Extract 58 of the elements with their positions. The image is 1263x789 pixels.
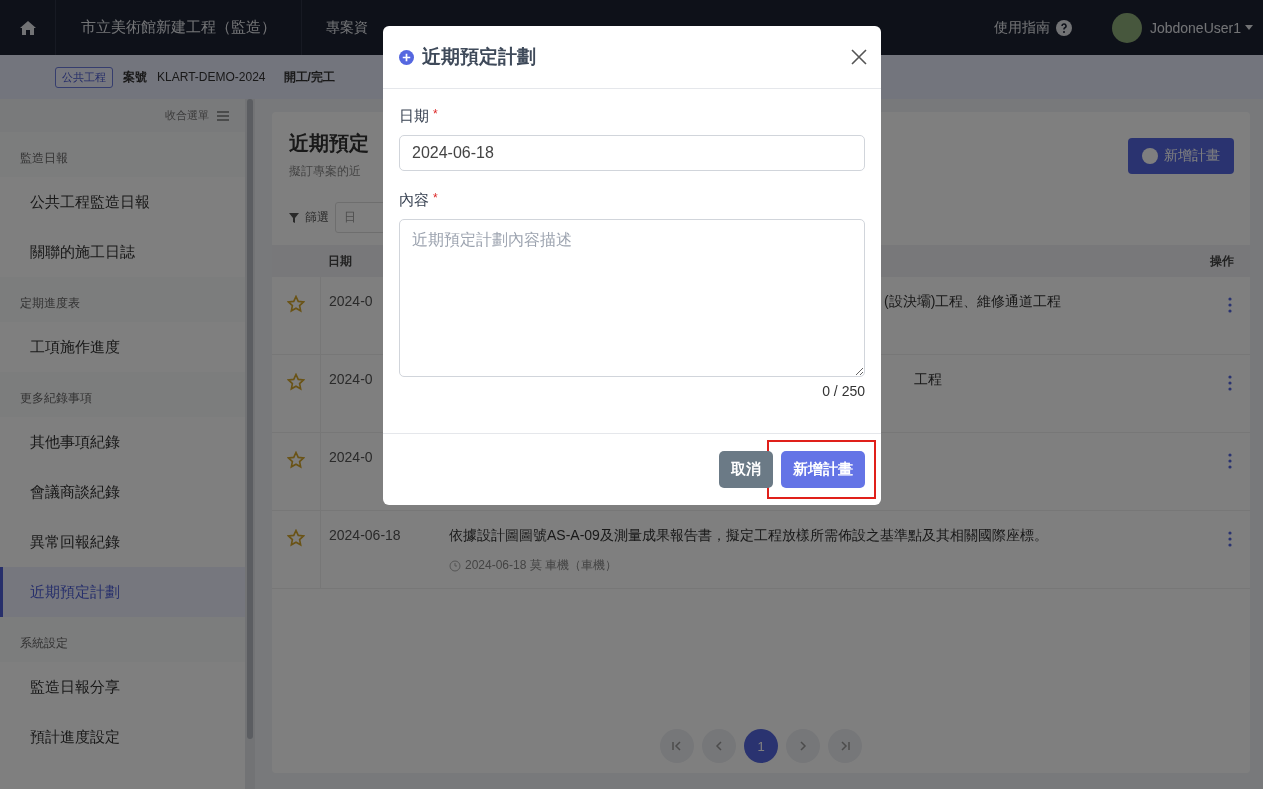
star-icon[interactable] (287, 373, 305, 391)
star-icon[interactable] (287, 529, 305, 547)
user-name[interactable]: JobdoneUser1 (1149, 19, 1241, 36)
previous-page-button[interactable] (702, 729, 736, 763)
content-cell-text: (設決壩)工程、維修通道工程 (884, 293, 1063, 311)
meta-text: 2024-06-18 莫 車機（車機） (465, 557, 618, 574)
star-icon[interactable] (287, 451, 305, 469)
help-link[interactable]: 使用指南 (993, 18, 1050, 37)
required-mark: * (433, 107, 438, 123)
add-plan-button[interactable]: 新增計畫 (1128, 138, 1234, 174)
date-cell-text: 2024-0 (328, 292, 374, 311)
next-page-button[interactable] (786, 729, 820, 763)
scrollbar-thumb[interactable] (247, 99, 253, 739)
help-icon[interactable] (1055, 19, 1072, 36)
case-number: KLART-DEMO-2024 (157, 70, 266, 84)
clock-icon (449, 559, 461, 572)
chevron-right-icon (798, 741, 808, 751)
chevron-left-icon (714, 741, 724, 751)
content-field[interactable]: 近期預定計劃內容描述 (399, 219, 865, 377)
page-button[interactable]: 1 (744, 729, 778, 763)
column-header: 操作 (1210, 252, 1234, 270)
nav-tab[interactable]: 專案資 (326, 18, 368, 37)
filter-icon (289, 212, 299, 223)
last-page-icon (840, 741, 850, 751)
more-icon[interactable] (1228, 531, 1232, 547)
field-label: 內容 (399, 191, 429, 210)
last-page-button[interactable] (828, 729, 862, 763)
home-icon[interactable] (18, 19, 37, 36)
cancel-button[interactable]: 取消 (719, 451, 773, 488)
first-page-icon (672, 741, 682, 751)
field-label: 日期 (399, 107, 429, 126)
content-cell-text: 依據設計圖圖號AS-A-09及測量成果報告書，擬定工程放樣所需佈設之基準點及其相關國際座標。 (449, 527, 1049, 545)
filter-label: 篩選 (305, 209, 329, 226)
caret-icon[interactable] (1245, 25, 1253, 30)
date-cell-text: 2024-06-18 (328, 526, 402, 545)
sidebar-item[interactable]: 近期預定計劃 (0, 567, 245, 617)
date-cell-text: 2024-0 (328, 448, 374, 467)
dialog-title: 近期預定計劃 (422, 45, 537, 69)
star-icon[interactable] (287, 295, 305, 313)
required-mark: * (433, 191, 438, 207)
date-cell-text: 2024-0 (328, 370, 374, 389)
date-field[interactable]: 2024-06-18 (399, 135, 865, 171)
project-type-badge: 公共工程 (55, 66, 113, 88)
more-icon[interactable] (1228, 453, 1232, 469)
content-cell-text: 工程 (914, 371, 943, 389)
period-label: 開工/完工 (283, 68, 335, 86)
column-header: 日期 (328, 252, 353, 270)
more-icon[interactable] (1228, 297, 1232, 313)
collapse-menu-link[interactable]: 收合選單 (165, 108, 209, 123)
submit-button[interactable]: 新增計畫 (781, 451, 865, 488)
case-label: 案號 (123, 68, 147, 86)
page-title: 近期預定 (289, 131, 369, 156)
close-icon[interactable] (851, 49, 867, 65)
user-avatar[interactable] (1111, 12, 1142, 43)
more-icon[interactable] (1228, 375, 1232, 391)
character-counter: 0 / 250 (821, 383, 865, 399)
first-page-button[interactable] (660, 729, 694, 763)
collapse-icon[interactable] (217, 110, 229, 121)
